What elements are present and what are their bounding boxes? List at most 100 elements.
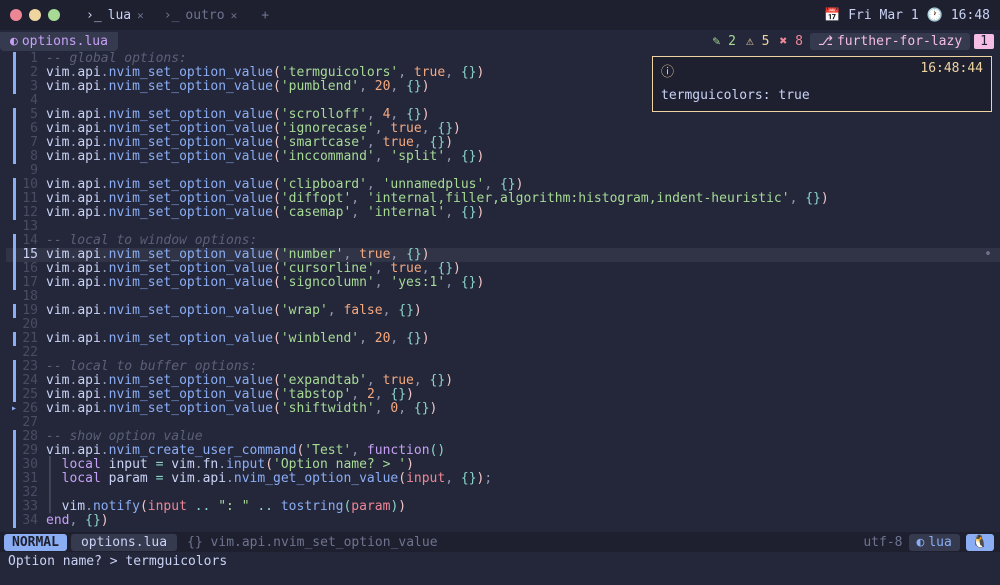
code-content[interactable]: vim.api.nvim_set_option_value('winblend'… — [46, 332, 1000, 346]
code-line[interactable]: 17vim.api.nvim_set_option_value('signcol… — [6, 276, 1000, 290]
code-content[interactable]: vim.api.nvim_set_option_value('signcolum… — [46, 276, 1000, 290]
code-line[interactable]: 31│ local param = vim.api.nvim_get_optio… — [6, 472, 1000, 486]
cmdline-input[interactable]: termguicolors — [125, 554, 227, 569]
code-line[interactable]: 16vim.api.nvim_set_option_value('cursorl… — [6, 262, 1000, 276]
git-additions-badge: ✎ 2 — [710, 34, 739, 49]
code-line[interactable]: 12vim.api.nvim_set_option_value('casemap… — [6, 206, 1000, 220]
command-line[interactable]: Option name? > termguicolors — [0, 552, 1000, 572]
code-content[interactable]: vim.api.nvim_set_option_value('cursorlin… — [46, 262, 1000, 276]
code-content[interactable]: vim.api.nvim_set_option_value('diffopt',… — [46, 192, 1000, 206]
code-content[interactable]: │ local param = vim.api.nvim_get_option_… — [46, 472, 1000, 486]
git-sign-bar — [13, 514, 16, 528]
breadcrumb: {} vim.api.nvim_set_option_value — [177, 535, 437, 550]
code-content[interactable] — [46, 416, 1000, 430]
code-content[interactable]: vim.api.nvim_set_option_value('shiftwidt… — [46, 402, 1000, 416]
close-icon[interactable]: ✕ — [231, 9, 238, 22]
editor-pane[interactable]: 1-- global options:2vim.api.nvim_set_opt… — [0, 52, 1000, 528]
code-line[interactable]: 14-- local to window options: — [6, 234, 1000, 248]
buffer-tab[interactable]: ◐ options.lua — [0, 32, 118, 51]
code-content[interactable]: vim.api.nvim_set_option_value('smartcase… — [46, 136, 1000, 150]
code-line[interactable]: 10vim.api.nvim_set_option_value('clipboa… — [6, 178, 1000, 192]
code-line[interactable]: 9 — [6, 164, 1000, 178]
git-branch-pill[interactable]: ⎇ further-for-lazy — [810, 33, 970, 50]
code-content[interactable]: end, {}) — [46, 514, 1000, 528]
window-tab[interactable]: ›_outro✕ — [154, 4, 247, 27]
notification-message: termguicolors: true — [653, 84, 991, 111]
code-line[interactable]: 28-- show option value — [6, 430, 1000, 444]
code-line[interactable]: 21vim.api.nvim_set_option_value('winblen… — [6, 332, 1000, 346]
minimize-window-button[interactable] — [29, 9, 41, 21]
git-sign-bar — [13, 206, 16, 220]
code-line[interactable]: 18 — [6, 290, 1000, 304]
code-line[interactable]: 7vim.api.nvim_set_option_value('smartcas… — [6, 136, 1000, 150]
code-content[interactable]: -- local to window options: — [46, 234, 1000, 248]
code-content[interactable]: vim.api.nvim_set_option_value('wrap', fa… — [46, 304, 1000, 318]
code-content[interactable]: vim.api.nvim_set_option_value('clipboard… — [46, 178, 1000, 192]
code-content[interactable] — [46, 220, 1000, 234]
code-content[interactable]: vim.api.nvim_set_option_value('ignorecas… — [46, 122, 1000, 136]
code-line[interactable]: 19vim.api.nvim_set_option_value('wrap', … — [6, 304, 1000, 318]
close-icon[interactable]: ✕ — [137, 9, 144, 22]
file-icon: ◐ — [10, 34, 18, 49]
git-sign-bar — [13, 444, 16, 458]
line-number: 4 — [22, 94, 46, 108]
mode-indicator: NORMAL — [4, 534, 67, 551]
code-line[interactable]: 34end, {}) — [6, 514, 1000, 528]
window-tab[interactable]: ›_lua✕ — [76, 4, 154, 27]
gutter — [6, 458, 22, 472]
line-number: 1 — [22, 52, 46, 66]
code-line[interactable]: 32│ — [6, 486, 1000, 500]
line-number: 2 — [22, 66, 46, 80]
code-content[interactable]: │ vim.notify(input .. ": " .. tostring(p… — [46, 500, 1000, 514]
code-content[interactable]: vim.api.nvim_set_option_value('casemap',… — [46, 206, 1000, 220]
code-content[interactable]: -- local to buffer options: — [46, 360, 1000, 374]
code-line[interactable]: 6vim.api.nvim_set_option_value('ignoreca… — [6, 122, 1000, 136]
code-content[interactable] — [46, 290, 1000, 304]
gutter — [6, 472, 22, 486]
code-line[interactable]: 15vim.api.nvim_set_option_value('number'… — [6, 248, 1000, 262]
code-line[interactable]: 22 — [6, 346, 1000, 360]
maximize-window-button[interactable] — [48, 9, 60, 21]
terminal-icon: ›_ — [86, 8, 102, 23]
code-content[interactable] — [46, 346, 1000, 360]
code-content[interactable]: vim.api.nvim_create_user_command('Test',… — [46, 444, 1000, 458]
code-line[interactable]: 25vim.api.nvim_set_option_value('tabstop… — [6, 388, 1000, 402]
code-content[interactable]: │ — [46, 486, 1000, 500]
code-content[interactable]: vim.api.nvim_set_option_value('inccomman… — [46, 150, 1000, 164]
git-sign-triangle: ▸ — [11, 402, 17, 416]
code-content[interactable] — [46, 164, 1000, 178]
code-line[interactable]: 13 — [6, 220, 1000, 234]
code-content[interactable]: vim.api.nvim_set_option_value('expandtab… — [46, 374, 1000, 388]
code-line[interactable]: ▸26vim.api.nvim_set_option_value('shiftw… — [6, 402, 1000, 416]
line-number: 24 — [22, 374, 46, 388]
gutter — [6, 276, 22, 290]
code-line[interactable]: 27 — [6, 416, 1000, 430]
code-content[interactable] — [46, 318, 1000, 332]
code-line[interactable]: 20 — [6, 318, 1000, 332]
code-line[interactable]: 11vim.api.nvim_set_option_value('diffopt… — [6, 192, 1000, 206]
line-number: 30 — [22, 458, 46, 472]
close-window-button[interactable] — [10, 9, 22, 21]
line-number: 19 — [22, 304, 46, 318]
line-number: 11 — [22, 192, 46, 206]
code-content[interactable]: │ local input = vim.fn.input('Option nam… — [46, 458, 1000, 472]
line-number: 14 — [22, 234, 46, 248]
git-sign-bar — [13, 108, 16, 122]
code-line[interactable]: 23-- local to buffer options: — [6, 360, 1000, 374]
code-content[interactable]: vim.api.nvim_set_option_value('number', … — [46, 248, 1000, 262]
code-line[interactable]: 30│ local input = vim.fn.input('Option n… — [6, 458, 1000, 472]
gutter — [6, 486, 22, 500]
statusline: NORMAL options.lua {} vim.api.nvim_set_o… — [0, 532, 1000, 552]
line-number: 6 — [22, 122, 46, 136]
new-tab-button[interactable]: + — [255, 8, 275, 23]
code-line[interactable]: 24vim.api.nvim_set_option_value('expandt… — [6, 374, 1000, 388]
encoding-label: utf-8 — [863, 535, 902, 550]
code-line[interactable]: 29vim.api.nvim_create_user_command('Test… — [6, 444, 1000, 458]
code-content[interactable]: -- show option value — [46, 430, 1000, 444]
code-line[interactable]: 8vim.api.nvim_set_option_value('inccomma… — [6, 150, 1000, 164]
branch-name: further-for-lazy — [837, 34, 962, 49]
window-controls — [10, 9, 60, 21]
git-changes-badge: ⚠ 5 — [743, 34, 772, 49]
code-content[interactable]: vim.api.nvim_set_option_value('tabstop',… — [46, 388, 1000, 402]
code-line[interactable]: 33│ vim.notify(input .. ": " .. tostring… — [6, 500, 1000, 514]
